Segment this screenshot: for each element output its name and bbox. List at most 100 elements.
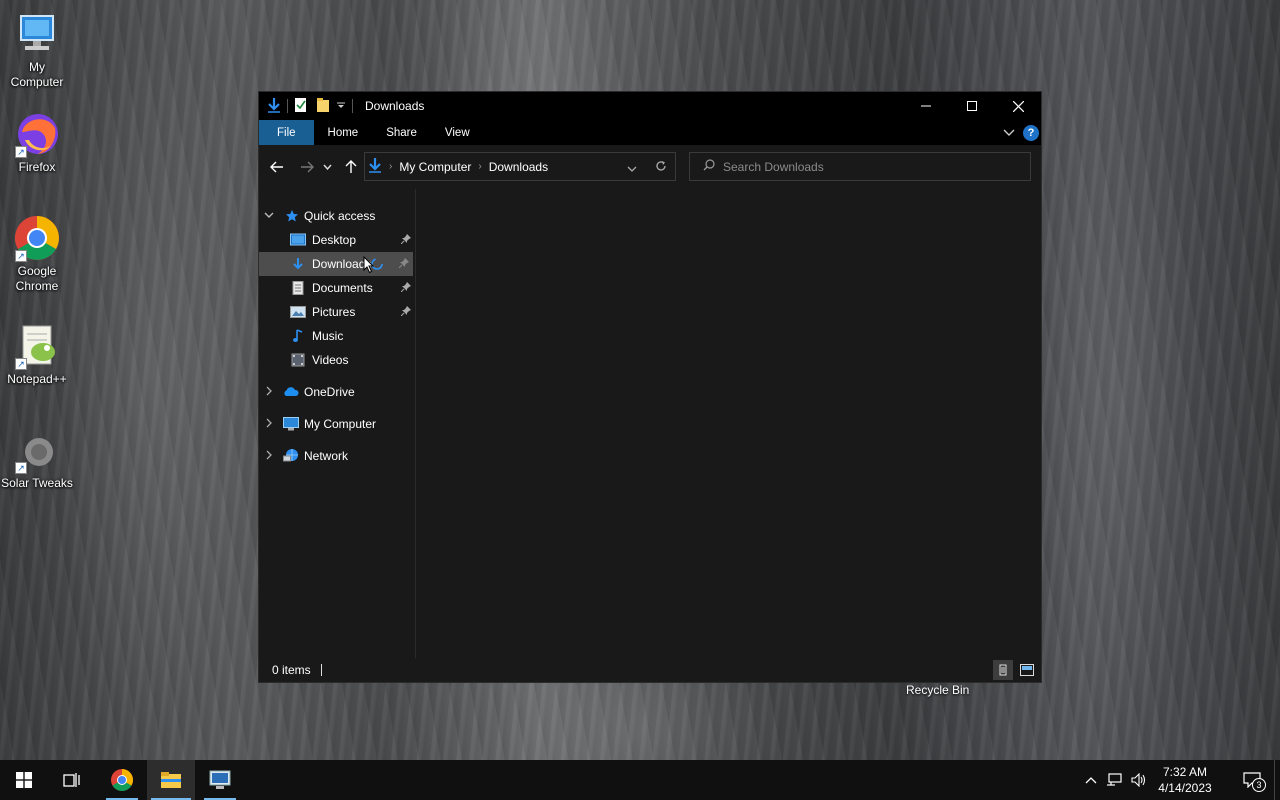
address-bar[interactable]: › My Computer › Downloads [364,152,676,181]
refresh-button[interactable] [655,160,667,175]
taskbar-file-explorer-button[interactable] [147,760,195,800]
nav-item-label: My Computer [304,417,377,431]
tab-home[interactable]: Home [314,120,373,145]
start-button[interactable] [0,760,48,800]
close-icon [1012,100,1024,112]
address-history-dropdown[interactable] [627,162,637,176]
tab-view[interactable]: View [431,120,484,145]
music-note-icon [290,328,306,344]
tab-share[interactable]: Share [372,120,431,145]
window-controls [903,92,1041,120]
firefox-icon: ↗ [13,110,61,158]
desktop-icon-firefox[interactable]: ↗ Firefox [0,110,74,175]
task-view-button[interactable] [48,760,96,800]
properties-icon[interactable] [294,97,308,116]
chevron-down-icon [627,166,637,172]
documents-icon [290,280,306,296]
details-view-button[interactable] [993,660,1013,680]
pin-icon[interactable] [400,233,411,247]
nav-item-label: OneDrive [304,385,355,399]
nav-quick-access[interactable]: Quick access [259,204,415,228]
desktop-icon-label: My [29,60,45,74]
videos-icon [290,352,306,368]
chevron-right-icon[interactable] [263,450,275,463]
action-center-button[interactable]: 3 [1230,760,1274,800]
large-icons-view-button[interactable] [1017,660,1037,680]
arrow-up-icon [345,160,357,173]
search-icon [703,159,715,174]
taskbar-chrome-button[interactable] [98,760,146,800]
title-bar[interactable]: Downloads [259,92,1041,120]
nav-item-pictures[interactable]: Pictures [259,300,415,324]
tab-file[interactable]: File [259,120,314,145]
nav-item-network[interactable]: Network [259,444,415,468]
show-hidden-icons-button[interactable] [1080,776,1102,784]
cloud-icon [283,384,299,400]
pin-icon[interactable] [398,257,409,271]
windows-logo-icon [16,772,32,788]
mouse-pointer-icon [363,255,375,277]
pictures-icon [290,304,306,320]
pin-icon[interactable] [400,305,411,319]
help-button[interactable]: ? [1023,124,1039,141]
close-button[interactable] [995,92,1041,120]
desktop-icon-solar-tweaks[interactable]: ↗ Solar Tweaks [0,426,74,491]
recent-locations-button[interactable] [319,155,335,179]
expand-ribbon-button[interactable] [1003,126,1015,140]
desktop-icon-label: Firefox [18,160,56,174]
customize-toolbar-chevron-icon[interactable] [336,99,346,113]
search-input[interactable]: Search Downloads [723,160,824,174]
nav-item-videos[interactable]: Videos [259,348,415,372]
breadcrumb-my-computer[interactable]: My Computer [399,160,471,174]
shortcut-arrow-icon: ↗ [15,462,27,474]
pin-icon[interactable] [400,281,411,295]
desktop-icon-notepadpp[interactable]: ↗ Notepad++ [0,322,74,387]
taskbar-remote-desktop-button[interactable] [196,760,244,800]
up-button[interactable] [339,155,363,179]
chevron-down-icon[interactable] [263,211,275,222]
status-divider [320,664,322,676]
nav-item-onedrive[interactable]: OneDrive [259,380,415,404]
desktop-icon-chrome[interactable]: ↗ Google Chrome [0,214,74,294]
desktop-icon-label: Computer [10,75,64,89]
back-button[interactable] [265,155,289,179]
breadcrumb-downloads[interactable]: Downloads [489,160,548,174]
nav-item-documents[interactable]: Documents [259,276,415,300]
maximize-button[interactable] [949,92,995,120]
explorer-body: Quick access Desktop Downloads Documents… [259,189,1041,659]
nav-item-desktop[interactable]: Desktop [259,228,415,252]
arrow-left-icon [270,161,283,173]
search-box[interactable]: Search Downloads [689,152,1031,181]
shortcut-arrow-icon: ↗ [15,358,27,370]
download-arrow-icon [290,256,306,272]
system-tray: 7:32 AM 4/14/2023 3 [1080,760,1280,800]
nav-item-music[interactable]: Music [259,324,415,348]
chevron-right-icon[interactable] [263,418,275,431]
minimize-button[interactable] [903,92,949,120]
new-folder-icon[interactable] [316,97,330,116]
nav-quick-access-label: Quick access [304,209,376,223]
show-desktop-button[interactable] [1274,760,1280,800]
forward-button[interactable] [295,155,319,179]
network-status-icon[interactable] [1102,773,1126,787]
chrome-icon: ↗ [13,214,61,262]
refresh-icon [656,161,666,171]
file-list-area[interactable] [417,189,1041,659]
monitor-icon [283,416,299,432]
desktop-icon-recycle-bin-label[interactable]: Recycle Bin [906,683,969,697]
taskbar-clock[interactable]: 7:32 AM 4/14/2023 [1152,764,1218,796]
chevron-down-icon [322,164,332,170]
desktop-icon-my-computer[interactable]: My Computer [0,10,74,90]
chevron-right-icon[interactable] [263,386,275,399]
task-view-icon [63,773,80,787]
maximize-icon [967,101,977,111]
solar-tweaks-icon: ↗ [13,426,61,474]
nav-item-my-computer[interactable]: My Computer [259,412,415,436]
volume-icon[interactable] [1126,773,1152,787]
nav-item-downloads[interactable]: Downloads [259,252,413,276]
desktop-folder-icon [290,232,306,248]
navigation-pane[interactable]: Quick access Desktop Downloads Documents… [259,189,416,659]
quick-access-toolbar [259,92,359,120]
ribbon-tabs: File Home Share View ? [259,120,1041,145]
clock-date: 4/14/2023 [1158,781,1212,795]
